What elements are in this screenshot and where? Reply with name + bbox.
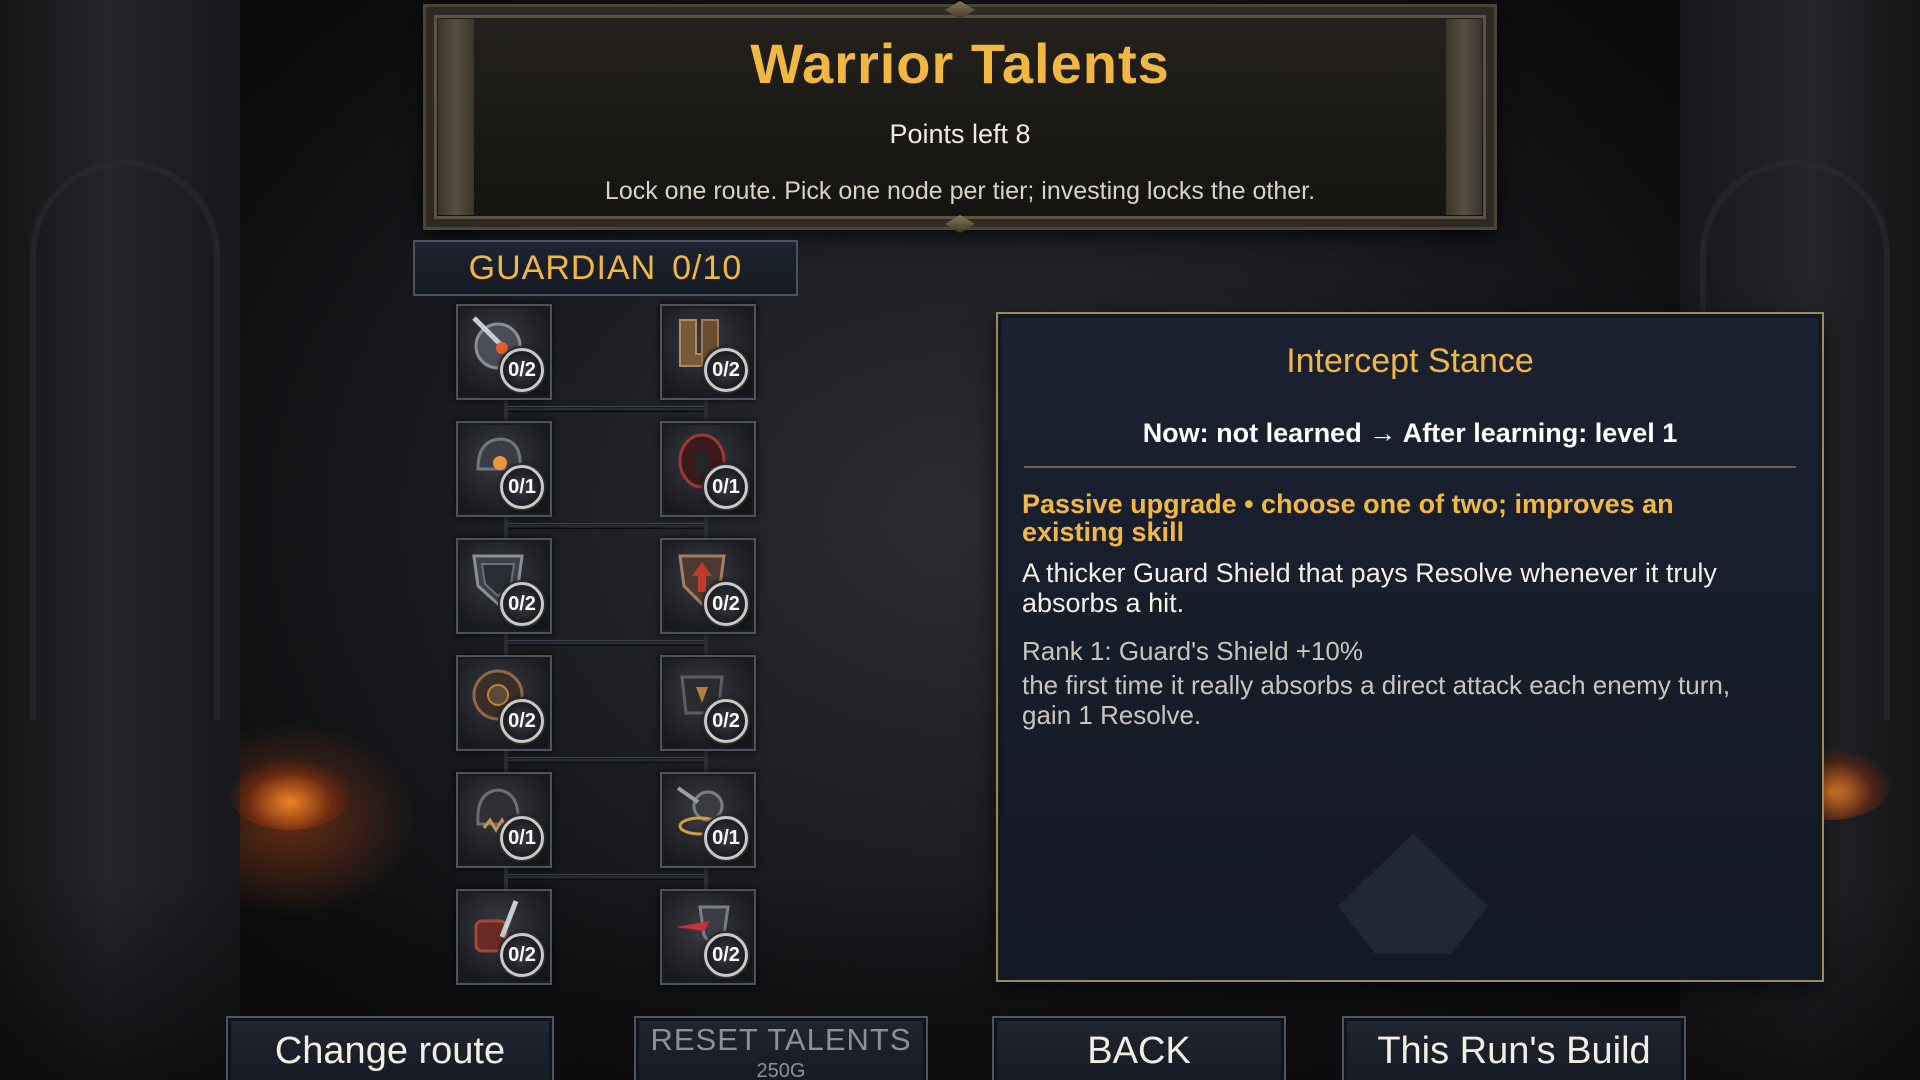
- rank-badge: 0/2: [704, 348, 748, 392]
- talent-description: A thicker Guard Shield that pays Resolve…: [1022, 558, 1717, 618]
- rank-badge: 0/2: [500, 582, 544, 626]
- tier-connector: [504, 397, 708, 423]
- talent-node-tier3-left[interactable]: 0/2: [456, 538, 552, 634]
- reset-talents-button[interactable]: RESET TALENTS 250G: [634, 1016, 928, 1080]
- detail-divider: [1024, 466, 1796, 468]
- talent-node-tier3-right[interactable]: 0/2: [660, 538, 756, 634]
- talent-node-tier5-right[interactable]: 0/1: [660, 772, 756, 868]
- rank-badge: 0/2: [704, 699, 748, 743]
- rank-badge: 0/2: [704, 933, 748, 977]
- route-hint-text: Lock one route. Pick one node per tier; …: [604, 177, 1316, 205]
- header-banner: Warrior Talents Points left 8 Lock one r…: [423, 1, 1497, 233]
- rank-badge: 0/2: [500, 933, 544, 977]
- talent-node-tier2-right[interactable]: 0/1: [660, 421, 756, 517]
- run-build-button[interactable]: This Run's Build: [1342, 1016, 1686, 1080]
- panel-crest-watermark: [1338, 834, 1488, 954]
- rank-badge: 0/1: [704, 816, 748, 860]
- tier-connector: [504, 631, 708, 657]
- change-route-label: Change route: [274, 1029, 506, 1072]
- left-arch-decoration: [30, 160, 220, 720]
- banner-top-ornament: [945, 1, 975, 19]
- rank-badge: 0/1: [500, 465, 544, 509]
- talent-node-tier6-right[interactable]: 0/2: [660, 889, 756, 985]
- run-build-label: This Run's Build: [1377, 1029, 1651, 1072]
- talent-rank-line: Rank 1: Guard's Shield +10%: [1022, 636, 1363, 666]
- page-title: Warrior Talents: [750, 32, 1170, 95]
- left-brazier-glow: [230, 760, 350, 830]
- route-header-guardian[interactable]: GUARDIAN 0/10: [413, 240, 798, 296]
- tier-connector: [504, 748, 708, 774]
- talent-node-tier1-right[interactable]: 0/2: [660, 304, 756, 400]
- rank-badge: 0/1: [704, 465, 748, 509]
- points-left-label: Points left 8: [889, 119, 1031, 149]
- talent-level-change: Now: not learned → After learning: level…: [1142, 418, 1678, 448]
- tier-connector: [504, 514, 708, 540]
- talent-effect-text: the first time it really absorbs a direc…: [1022, 670, 1731, 730]
- back-button[interactable]: BACK: [992, 1016, 1286, 1080]
- rank-badge: 0/2: [500, 699, 544, 743]
- talent-node-tier4-right[interactable]: 0/2: [660, 655, 756, 751]
- talent-node-tier1-left[interactable]: 0/2: [456, 304, 552, 400]
- route-progress: 0/10: [672, 248, 743, 287]
- talent-tree: 0/2 0/2 0/1 0/1 0/2 0/2 0/2 0/2 0/1 0/1 …: [456, 304, 756, 988]
- talent-node-tier4-left[interactable]: 0/2: [456, 655, 552, 751]
- talent-type: Passive upgrade • choose one of two; imp…: [1022, 489, 1674, 547]
- reset-talents-label: RESET TALENTS: [650, 1022, 912, 1057]
- rank-badge: 0/1: [500, 816, 544, 860]
- rank-badge: 0/2: [704, 582, 748, 626]
- talent-name: Intercept Stance: [1286, 342, 1534, 380]
- change-route-button[interactable]: Change route: [226, 1016, 554, 1080]
- talent-node-tier2-left[interactable]: 0/1: [456, 421, 552, 517]
- tier-connector: [504, 865, 708, 891]
- banner-bottom-ornament: [945, 215, 975, 233]
- back-label: BACK: [1087, 1029, 1191, 1072]
- reset-cost-label: 250G: [756, 1060, 806, 1080]
- talent-detail-panel: Intercept Stance Now: not learned → Afte…: [996, 312, 1824, 982]
- rank-badge: 0/2: [500, 348, 544, 392]
- talent-node-tier6-left[interactable]: 0/2: [456, 889, 552, 985]
- route-name: GUARDIAN: [468, 248, 657, 287]
- talent-node-tier5-left[interactable]: 0/1: [456, 772, 552, 868]
